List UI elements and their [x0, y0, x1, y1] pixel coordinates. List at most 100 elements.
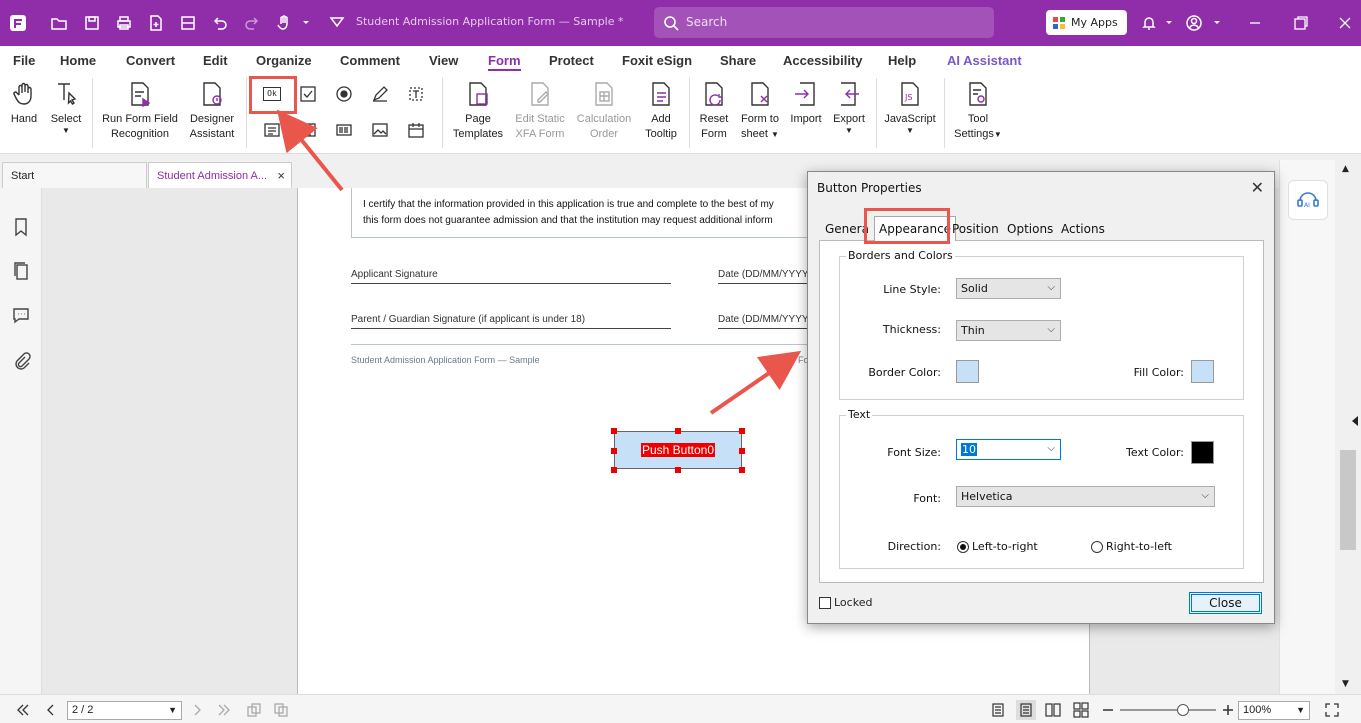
resize-handle[interactable] — [675, 467, 681, 473]
border-color-swatch[interactable] — [956, 360, 979, 383]
last-page-icon[interactable] — [214, 700, 234, 720]
import-button[interactable]: Import — [788, 80, 824, 127]
facing-view-icon[interactable] — [1043, 700, 1063, 720]
menu-comment[interactable]: Comment — [340, 53, 400, 68]
menu-edit[interactable]: Edit — [203, 53, 228, 68]
menu-ai-assistant[interactable]: AI Assistant — [947, 53, 1022, 68]
resize-handle[interactable] — [611, 428, 617, 434]
chevron-down-icon[interactable] — [1206, 12, 1228, 34]
text-color-swatch[interactable] — [1191, 441, 1214, 464]
menu-foxit-esign[interactable]: Foxit eSign — [622, 53, 692, 68]
open-folder-icon[interactable] — [48, 12, 70, 34]
filter-icon[interactable] — [326, 12, 348, 34]
tab-options[interactable]: Options — [1007, 222, 1053, 236]
hand-tool-button[interactable]: Hand — [8, 80, 40, 127]
font-select[interactable]: Helvetica ⌵ — [956, 486, 1215, 507]
run-form-field-recognition-button[interactable]: Run Form Field Recognition — [100, 80, 180, 142]
font-size-select[interactable]: 10 ⌵ — [956, 439, 1061, 460]
javascript-button[interactable]: JS JavaScript ▼ — [882, 80, 938, 135]
fill-color-swatch[interactable] — [1191, 360, 1214, 383]
page-templates-button[interactable]: Page Templates — [451, 80, 505, 142]
zoom-in-icon[interactable] — [1218, 700, 1238, 720]
tab-actions[interactable]: Actions — [1061, 222, 1105, 236]
restore-icon[interactable] — [1290, 12, 1312, 34]
first-page-icon[interactable] — [13, 700, 33, 720]
resize-handle[interactable] — [675, 428, 681, 434]
search-box[interactable] — [654, 7, 994, 38]
tool-settings-button[interactable]: Tool Settings▼ — [950, 80, 1006, 142]
continuous-view-icon[interactable] — [1016, 700, 1036, 720]
next-view-icon[interactable] — [271, 700, 291, 720]
resize-handle[interactable] — [739, 467, 745, 473]
radio-button-tool-icon[interactable] — [332, 82, 356, 106]
resize-handle[interactable] — [739, 448, 745, 454]
rtl-radio[interactable]: Right-to-left — [1091, 540, 1172, 553]
menu-view[interactable]: View — [429, 53, 458, 68]
resize-handle[interactable] — [739, 428, 745, 434]
zoom-slider-knob[interactable] — [1177, 704, 1190, 716]
scrollbar-thumb[interactable] — [1340, 450, 1356, 550]
ltr-radio[interactable]: Left-to-right — [957, 540, 1038, 553]
tab-position[interactable]: Position — [952, 222, 999, 236]
previous-view-icon[interactable] — [244, 700, 264, 720]
my-apps-button[interactable]: My Apps — [1046, 10, 1127, 35]
scroll-up-icon[interactable]: ▲ — [1342, 164, 1349, 174]
signature-tool-icon[interactable] — [368, 82, 392, 106]
tab-student-admission[interactable]: Student Admission A... × — [148, 162, 292, 188]
barcode-tool-icon[interactable] — [332, 118, 356, 142]
menu-home[interactable]: Home — [60, 53, 96, 68]
checkbox-tool-icon[interactable] — [296, 82, 320, 106]
resize-handle[interactable] — [611, 467, 617, 473]
designer-assistant-button[interactable]: Designer Assistant — [186, 80, 238, 142]
single-page-view-icon[interactable] — [988, 700, 1008, 720]
thickness-select[interactable]: Thin ⌵ — [956, 320, 1061, 341]
combo-box-tool-icon[interactable] — [296, 118, 320, 142]
print-icon[interactable] — [113, 12, 135, 34]
vertical-scrollbar[interactable]: ▲ ▼ — [1335, 154, 1361, 694]
list-box-tool-icon[interactable] — [260, 118, 284, 142]
menu-organize[interactable]: Organize — [256, 53, 312, 68]
fit-page-icon[interactable] — [1322, 700, 1342, 720]
dialog-close-icon[interactable]: ✕ — [1251, 178, 1264, 197]
select-tool-button[interactable]: Select ▼ — [49, 80, 83, 135]
image-field-tool-icon[interactable] — [368, 118, 392, 142]
search-input[interactable] — [686, 13, 976, 31]
calculation-order-button[interactable]: Calculation Order — [574, 80, 634, 142]
form-to-sheet-button[interactable]: Form to sheet ▼ — [737, 80, 783, 142]
zoom-slider[interactable] — [1120, 704, 1216, 716]
save-icon[interactable] — [81, 12, 103, 34]
new-doc-icon[interactable] — [145, 12, 167, 34]
bookmark-icon[interactable] — [9, 215, 33, 239]
text-field-tool-icon[interactable] — [404, 82, 428, 106]
previous-page-icon[interactable] — [41, 700, 61, 720]
redo-icon[interactable] — [241, 12, 263, 34]
export-button[interactable]: Export ▼ — [830, 80, 868, 135]
next-page-icon[interactable] — [187, 700, 207, 720]
hand-cursor-icon[interactable] — [273, 12, 295, 34]
scroll-down-icon[interactable]: ▼ — [1342, 679, 1349, 689]
ai-assistant-icon[interactable]: AI — [1288, 180, 1328, 220]
scan-icon[interactable] — [177, 12, 199, 34]
tab-general[interactable]: Genera — [825, 222, 869, 236]
tab-start[interactable]: Start — [2, 162, 147, 188]
collapse-right-panel-icon[interactable] — [1352, 416, 1358, 426]
undo-icon[interactable] — [209, 12, 231, 34]
date-field-tool-icon[interactable] — [404, 118, 428, 142]
pages-icon[interactable] — [9, 259, 33, 283]
add-tooltip-button[interactable]: Add Tooltip — [640, 80, 682, 142]
comments-icon[interactable] — [9, 303, 33, 327]
continuous-facing-view-icon[interactable] — [1071, 700, 1091, 720]
chevron-down-icon[interactable] — [1158, 12, 1180, 34]
menu-protect[interactable]: Protect — [549, 53, 594, 68]
menu-file[interactable]: File — [13, 53, 35, 68]
zoom-level-input[interactable]: 100% ▼ — [1238, 701, 1310, 720]
menu-form[interactable]: Form — [488, 53, 521, 71]
zoom-out-icon[interactable] — [1098, 700, 1118, 720]
reset-form-button[interactable]: Reset Form — [696, 80, 732, 142]
minimize-icon[interactable] — [1244, 12, 1266, 34]
menu-help[interactable]: Help — [888, 53, 916, 68]
chevron-down-icon[interactable] — [295, 12, 317, 34]
page-number-input[interactable]: 2 / 2 ▼ — [67, 701, 182, 720]
close-window-icon[interactable] — [1334, 12, 1356, 34]
bell-icon[interactable] — [1138, 12, 1160, 34]
